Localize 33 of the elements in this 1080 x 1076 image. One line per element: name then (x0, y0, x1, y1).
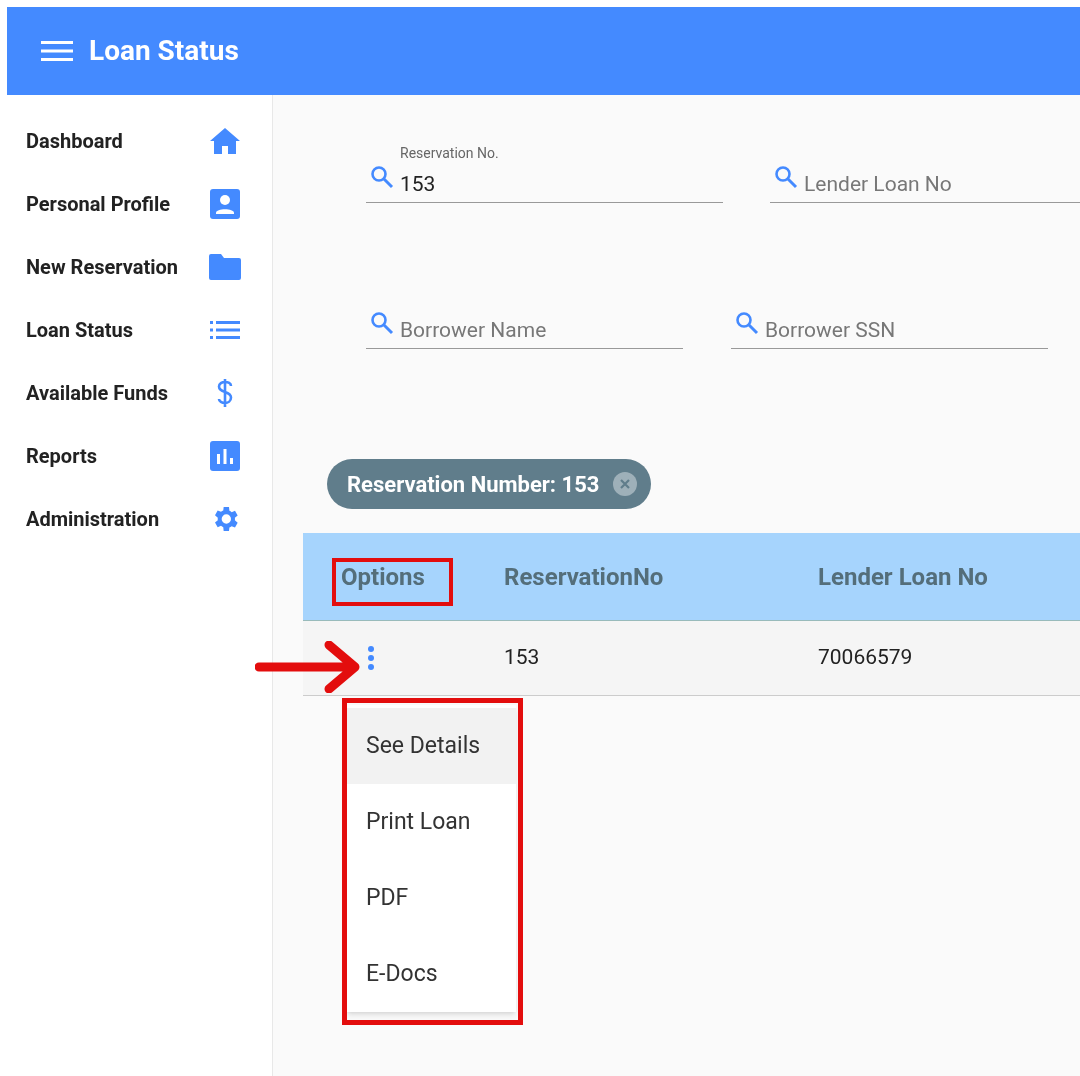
profile-icon (210, 188, 240, 219)
close-icon[interactable] (613, 472, 638, 496)
sidebar-item[interactable]: Available Funds (26, 377, 168, 408)
dollar-icon (215, 377, 235, 408)
search-field[interactable]: Lender Loan No (770, 143, 1080, 203)
table-cell: 70066579 (818, 645, 913, 670)
sidebar-item[interactable]: Administration (26, 503, 160, 534)
search-icon (774, 165, 798, 189)
search-icon (370, 311, 394, 335)
search-field[interactable]: Borrower SSN (731, 289, 1048, 349)
chip-label: Reservation Number: 153 (347, 470, 600, 499)
sidebar-item[interactable]: Reports (26, 440, 97, 471)
column-header: Lender Loan No (818, 562, 988, 591)
chart-icon (210, 440, 240, 471)
list-icon (210, 320, 240, 339)
sidebar-item[interactable]: Personal Profile (26, 188, 171, 219)
sidebar-item[interactable]: Dashboard (26, 125, 123, 156)
folder-icon (209, 253, 241, 280)
app-title: Loan Status (89, 33, 239, 69)
menu-item[interactable]: See Details (346, 708, 516, 784)
field-label: Reservation No. (400, 144, 499, 163)
more-icon[interactable] (367, 645, 375, 671)
menu-item[interactable]: E-Docs (346, 936, 516, 1012)
home-icon (209, 126, 241, 155)
search-icon (735, 311, 759, 335)
search-field[interactable]: Borrower Name (366, 289, 683, 349)
search-icon (370, 165, 394, 189)
column-header: ReservationNo (504, 562, 664, 591)
sidebar-item[interactable]: Loan Status (26, 314, 134, 345)
table-cell: 153 (504, 645, 540, 670)
column-header: Options (341, 562, 425, 591)
menu-icon[interactable] (41, 40, 73, 62)
sidebar-item[interactable]: New Reservation (26, 251, 178, 282)
